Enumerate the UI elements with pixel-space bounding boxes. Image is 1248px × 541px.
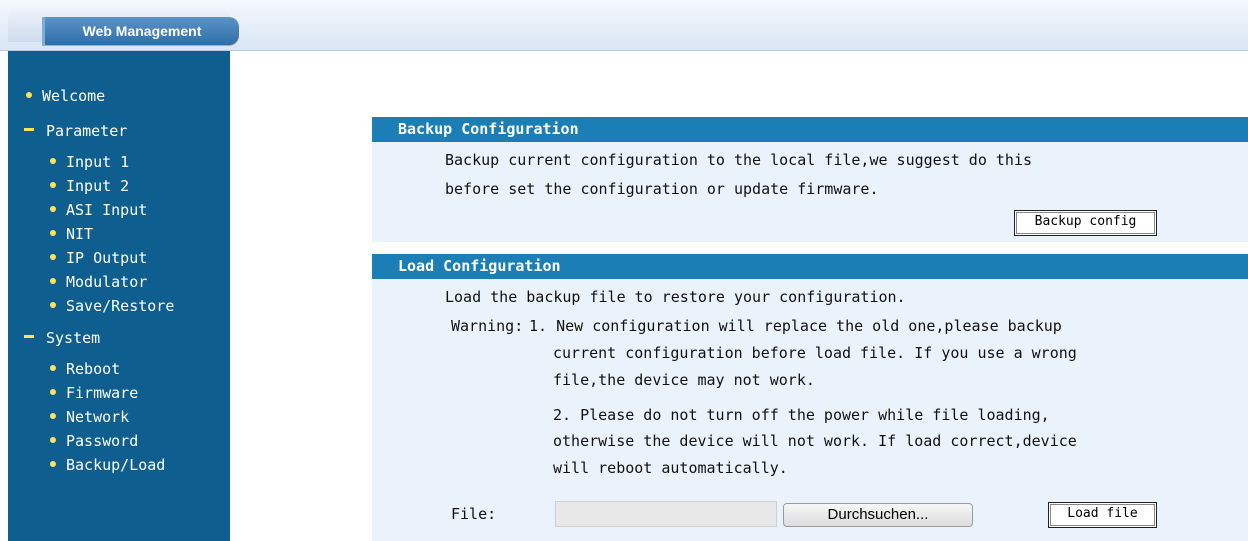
sidebar-item-label: Reboot (66, 360, 121, 378)
load-intro-text: Load the backup file to restore your con… (445, 288, 906, 306)
sidebar-item-password[interactable]: Password (50, 432, 138, 450)
warning-1-line-3: file,the device may not work. (553, 371, 815, 389)
sidebar-item-firmware[interactable]: Firmware (50, 384, 138, 402)
warning-2-line-3: will reboot automatically. (553, 459, 788, 477)
sidebar-item-nit[interactable]: NIT (50, 225, 93, 243)
sidebar-item-label: Input 2 (66, 177, 130, 195)
sidebar-item-label: Welcome (42, 87, 106, 105)
warning-2-line-1: 2. Please do not turn off the power whil… (553, 406, 1050, 424)
collapse-icon (24, 335, 34, 338)
backup-description-line-1: Backup current configuration to the loca… (445, 151, 1032, 169)
sidebar-item-welcome[interactable]: Welcome (26, 87, 105, 105)
sidebar-item-label: Modulator (66, 273, 148, 291)
sidebar-group-label: System (46, 329, 101, 347)
sidebar-item-asi-input[interactable]: ASI Input (50, 201, 147, 219)
sidebar-item-label: Save/Restore (66, 297, 175, 315)
bullet-icon (50, 181, 56, 188)
backup-section-header: Backup Configuration (372, 117, 1248, 142)
load-file-button[interactable]: Load file (1048, 502, 1157, 528)
sidebar-item-reboot[interactable]: Reboot (50, 360, 120, 378)
sidebar-item-label: NIT (66, 225, 94, 243)
bullet-icon (50, 436, 56, 443)
bullet-icon (26, 91, 32, 98)
bullet-icon (50, 253, 56, 260)
bullet-icon (50, 229, 56, 236)
sidebar-item-label: Network (66, 408, 130, 426)
sidebar-nav: Welcome Parameter Input 1 Input 2 ASI In… (8, 51, 230, 541)
browse-button[interactable]: Durchsuchen... (783, 503, 973, 527)
sidebar-group-label: Parameter (46, 122, 128, 140)
sidebar-item-label: Input 1 (66, 153, 130, 171)
bullet-icon (50, 205, 56, 212)
sidebar-group-parameter[interactable]: Parameter (24, 122, 127, 140)
sidebar-item-label: IP Output (66, 249, 148, 267)
backup-config-button[interactable]: Backup config (1014, 210, 1157, 236)
bullet-icon (50, 460, 56, 467)
sidebar-item-input-1[interactable]: Input 1 (50, 153, 129, 171)
bullet-icon (50, 412, 56, 419)
sidebar-item-label: Password (66, 432, 139, 450)
sidebar-item-modulator[interactable]: Modulator (50, 273, 147, 291)
file-path-input[interactable] (555, 501, 777, 527)
collapse-icon (24, 128, 34, 131)
warning-2-line-2: otherwise the device will not work. If l… (553, 432, 1077, 450)
sidebar-item-label: ASI Input (66, 201, 148, 219)
bullet-icon (50, 388, 56, 395)
warning-label: Warning: (451, 317, 524, 335)
warning-1-line-2: current configuration before load file. … (553, 344, 1077, 362)
warning-1-line-1: 1. New configuration will replace the ol… (529, 317, 1062, 335)
backup-description-line-2: before set the configuration or update f… (445, 180, 879, 198)
sidebar-item-label: Firmware (66, 384, 139, 402)
bullet-icon (50, 301, 56, 308)
file-label: File: (451, 505, 497, 523)
load-section-header: Load Configuration (372, 254, 1248, 279)
bullet-icon (50, 364, 56, 371)
top-header-bar: Web Management (0, 0, 1248, 51)
sidebar-item-backup-load[interactable]: Backup/Load (50, 456, 165, 474)
bullet-icon (50, 277, 56, 284)
sidebar-item-save-restore[interactable]: Save/Restore (50, 297, 174, 315)
sidebar-item-label: Backup/Load (66, 456, 166, 474)
sidebar-item-input-2[interactable]: Input 2 (50, 177, 129, 195)
sidebar-item-ip-output[interactable]: IP Output (50, 249, 147, 267)
bullet-icon (50, 157, 56, 164)
web-management-title: Web Management (42, 17, 239, 45)
header-tab: Web Management (8, 8, 239, 45)
sidebar-item-network[interactable]: Network (50, 408, 129, 426)
sidebar-group-system[interactable]: System (24, 329, 100, 347)
